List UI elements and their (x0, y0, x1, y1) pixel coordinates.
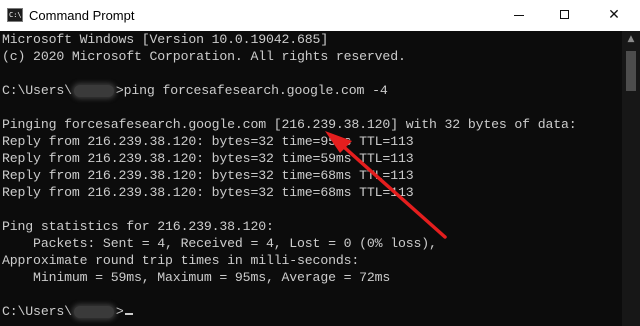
prompt-path: C:\Users\ (2, 83, 72, 98)
close-icon: ✕ (608, 7, 620, 23)
redacted-username (73, 305, 114, 318)
title-bar[interactable]: C:\ Command Prompt ✕ (0, 0, 640, 31)
reply-line: Reply from 216.239.38.120: bytes=32 time… (2, 151, 414, 166)
text-cursor (124, 313, 133, 315)
reply-line: Reply from 216.239.38.120: bytes=32 time… (2, 134, 414, 149)
minimize-button[interactable] (496, 0, 542, 31)
console-line: Ping statistics for 216.239.38.120: (2, 219, 274, 234)
reply-line: Reply from 216.239.38.120: bytes=32 time… (2, 185, 414, 200)
redacted-username (73, 84, 114, 97)
vertical-scrollbar[interactable]: ▲ (622, 31, 640, 326)
prompt-path: C:\Users\ (2, 304, 72, 319)
window-title: Command Prompt (29, 8, 135, 23)
ping-command: >ping forcesafesearch.google.com -4 (115, 83, 388, 98)
command-prompt-line: C:\Users\ >ping forcesafesearch.google.co… (2, 82, 388, 99)
console-line: (c) 2020 Microsoft Corporation. All righ… (2, 49, 406, 64)
console-line: Minimum = 59ms, Maximum = 95ms, Average … (2, 270, 391, 285)
console-line: Approximate round trip times in milli-se… (2, 253, 360, 268)
reply-line: Reply from 216.239.38.120: bytes=32 time… (2, 168, 414, 183)
cmd-icon: C:\ (7, 8, 23, 22)
maximize-icon (560, 10, 569, 19)
minimize-icon (514, 15, 524, 16)
scrollbar-thumb[interactable] (626, 51, 636, 91)
command-prompt-window: C:\ Command Prompt ✕ Microsoft Windows [… (0, 0, 640, 326)
console-line: Packets: Sent = 4, Received = 4, Lost = … (2, 236, 437, 251)
console-line: Microsoft Windows [Version 10.0.19042.68… (2, 32, 329, 47)
close-button[interactable]: ✕ (588, 0, 640, 31)
maximize-button[interactable] (542, 0, 588, 31)
prompt-symbol: > (115, 304, 124, 319)
command-prompt-line[interactable]: C:\Users\ > (2, 303, 133, 320)
console-output[interactable]: Microsoft Windows [Version 10.0.19042.68… (0, 31, 622, 326)
scroll-up-arrow-icon[interactable]: ▲ (622, 31, 640, 48)
console-line: Pinging forcesafesearch.google.com [216.… (2, 117, 577, 132)
